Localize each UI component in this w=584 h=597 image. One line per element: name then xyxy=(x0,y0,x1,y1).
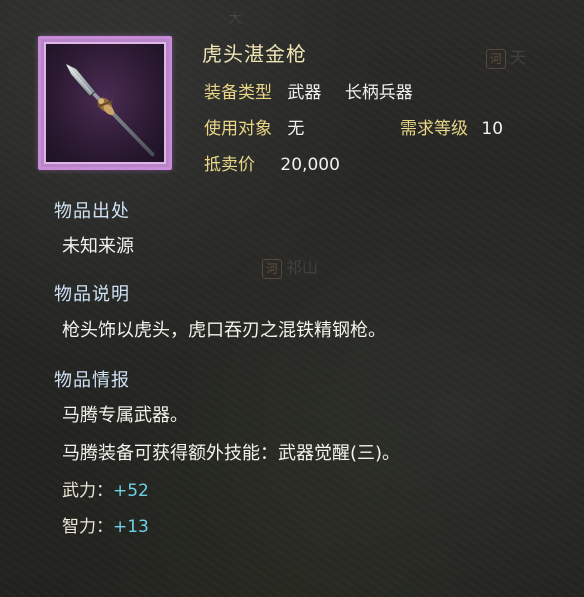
sell-price-label: 抵卖价 xyxy=(204,155,255,175)
map-mark-label: 祁山 xyxy=(286,258,319,277)
stat-strength-value: +52 xyxy=(113,481,149,501)
info-line-1: 马腾专属武器。 xyxy=(62,405,188,426)
use-target-value: 无 xyxy=(287,119,305,139)
origin-text: 未知来源 xyxy=(62,236,134,257)
spear-icon xyxy=(63,61,155,157)
sell-price-value: 20,000 xyxy=(280,155,340,175)
description-section-title: 物品说明 xyxy=(54,284,130,305)
required-level-label: 需求等级 xyxy=(400,119,468,139)
description-text: 枪头饰以虎头，虎口吞刃之混铁精钢枪。 xyxy=(62,320,386,341)
equip-subtype-value: 长柄兵器 xyxy=(344,83,413,103)
stat-intelligence-label: 智力： xyxy=(62,517,113,537)
map-mark-label: 天 xyxy=(510,48,527,67)
item-icon-slot xyxy=(44,42,166,164)
map-mark-2: 河祁山 xyxy=(262,254,318,279)
origin-section-title: 物品出处 xyxy=(54,201,130,222)
equip-type-value: 武器 xyxy=(287,83,322,103)
map-mark-label: 大 xyxy=(228,11,242,27)
item-name: 虎头湛金枪 xyxy=(202,42,307,66)
map-mark-badge: 河 xyxy=(262,258,282,279)
stat-intelligence: 智力：+13 xyxy=(62,512,149,537)
map-mark-badge: 河 xyxy=(486,48,506,69)
map-mark-1: 河天 xyxy=(486,44,526,69)
sell-price-row: 抵卖价 20,000 xyxy=(204,150,340,175)
info-section-title: 物品情报 xyxy=(54,370,130,391)
map-mark-3: 大 xyxy=(228,8,242,28)
stat-strength-label: 武力： xyxy=(62,481,113,501)
required-level-row: 需求等级 10 xyxy=(400,114,503,139)
equip-type-row: 装备类型 武器 长柄兵器 xyxy=(204,78,413,103)
item-icon-frame[interactable] xyxy=(38,36,172,170)
required-level-value: 10 xyxy=(481,119,504,139)
use-target-label: 使用对象 xyxy=(204,119,272,139)
stat-intelligence-value: +13 xyxy=(113,517,149,537)
info-line-2: 马腾装备可获得额外技能：武器觉醒(三)。 xyxy=(62,443,401,464)
use-target-row: 使用对象 无 xyxy=(204,114,304,139)
equip-type-label: 装备类型 xyxy=(204,83,272,103)
stat-strength: 武力：+52 xyxy=(62,476,149,501)
